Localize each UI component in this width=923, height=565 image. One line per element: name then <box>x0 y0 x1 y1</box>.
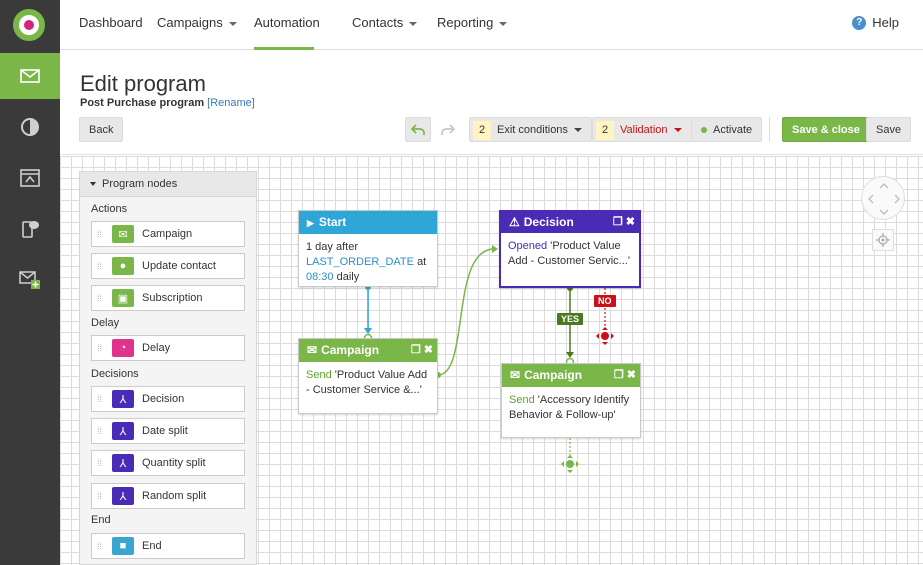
start-node-frequency: daily <box>336 271 360 283</box>
decision-title: Decision <box>523 215 574 229</box>
palette-header[interactable]: Program nodes <box>80 172 256 197</box>
group-delay: Delay <box>91 317 120 329</box>
envelope-icon: ✉ <box>307 343 318 357</box>
start-node-delay: 1 day after <box>306 241 358 253</box>
fork-icon: ⅄ <box>112 487 134 505</box>
palette-node-delay[interactable]: ⁞⁞ ◔ Delay <box>91 335 245 361</box>
warning-icon: ⚠ <box>509 215 520 229</box>
copy-icon[interactable]: ❐ <box>411 344 421 356</box>
fork-icon: ⅄ <box>112 390 134 408</box>
palette-node-random-split[interactable]: ⁞⁞ ⅄ Random split <box>91 483 245 509</box>
start-node-title: Start <box>318 215 347 229</box>
campaign-2-verb: Send <box>509 394 535 406</box>
no-branch-label: NO <box>594 295 616 307</box>
fork-icon: ⅄ <box>112 422 134 440</box>
palette-node-label: Decision <box>142 393 185 405</box>
campaign-2-title: Campaign <box>524 368 583 382</box>
drag-handle-icon[interactable]: ⁞⁞ <box>97 459 105 468</box>
center-view-button[interactable] <box>872 229 894 251</box>
campaign-1-title: Campaign <box>321 343 380 357</box>
close-icon[interactable]: ✖ <box>626 216 635 228</box>
envelope-icon: ✉ <box>112 225 134 243</box>
add-node-red-icon[interactable] <box>596 327 614 345</box>
envelope-icon: ✉ <box>510 368 521 382</box>
crosshair-icon <box>876 233 890 247</box>
campaign-1-verb: Send <box>306 369 332 381</box>
start-node-field[interactable]: LAST_ORDER_DATE <box>306 256 414 268</box>
palette-node-label: Quantity split <box>142 457 206 469</box>
flow-node-campaign-2[interactable]: ✉ Campaign ❐ ✖ Send 'Accessory Identify B… <box>501 363 641 438</box>
drag-handle-icon[interactable]: ⁞⁞ <box>97 344 105 353</box>
person-icon: ● <box>112 257 134 275</box>
stop-icon: ■ <box>112 537 134 555</box>
palette-title: Program nodes <box>102 178 178 190</box>
drag-handle-icon[interactable]: ⁞⁞ <box>97 294 105 303</box>
close-icon[interactable]: ✖ <box>424 344 433 356</box>
campaign-2-body: Send 'Accessory Identify Behavior & Foll… <box>502 387 640 429</box>
program-nodes-palette: Program nodes Actions ⁞⁞ ✉ Campaign ⁞⁞ ●… <box>79 171 257 565</box>
start-node-header: ▶ Start <box>299 211 437 234</box>
campaign-1-header: ✉ Campaign ❐ ✖ <box>299 339 437 362</box>
flow-node-start[interactable]: ▶ Start 1 day after LAST_ORDER_DATE at 08… <box>298 210 438 287</box>
add-node-green-icon[interactable] <box>561 455 579 473</box>
drag-handle-icon[interactable]: ⁞⁞ <box>97 262 105 271</box>
start-node-at: at <box>417 256 427 268</box>
palette-node-quantity-split[interactable]: ⁞⁞ ⅄ Quantity split <box>91 450 245 476</box>
drag-handle-icon[interactable]: ⁞⁞ <box>97 230 105 239</box>
palette-node-subscription[interactable]: ⁞⁞ ▣ Subscription <box>91 285 245 311</box>
start-node-body: 1 day after LAST_ORDER_DATE at 08:30 dai… <box>299 234 437 291</box>
palette-node-label: Update contact <box>142 260 216 272</box>
pan-arrows-icon <box>868 183 900 215</box>
decision-verb: Opened <box>508 240 548 252</box>
campaign-1-body: Send 'Product Value Add - Customer Servi… <box>299 362 437 404</box>
group-end: End <box>91 514 111 526</box>
caret-down-icon <box>90 182 96 187</box>
palette-node-label: Subscription <box>142 292 203 304</box>
palette-node-label: End <box>142 540 162 552</box>
envelopes-icon: ▣ <box>112 289 134 307</box>
fork-icon: ⅄ <box>112 454 134 472</box>
palette-node-label: Date split <box>142 425 188 437</box>
decision-body: Opened 'Product Value Add - Customer Ser… <box>501 233 639 275</box>
palette-node-label: Delay <box>142 342 171 354</box>
yes-branch-label: YES <box>557 313 584 325</box>
timer-icon: ◔ <box>112 339 134 357</box>
group-actions: Actions <box>91 203 128 215</box>
palette-node-label: Campaign <box>142 228 193 240</box>
drag-handle-icon[interactable]: ⁞⁞ <box>97 492 105 501</box>
drag-handle-icon[interactable]: ⁞⁞ <box>97 395 105 404</box>
drag-handle-icon[interactable]: ⁞⁞ <box>97 427 105 436</box>
palette-node-campaign[interactable]: ⁞⁞ ✉ Campaign <box>91 221 245 247</box>
palette-node-decision[interactable]: ⁞⁞ ⅄ Decision <box>91 386 245 412</box>
pan-compass[interactable] <box>861 176 905 220</box>
flow-node-campaign-1[interactable]: ✉ Campaign ❐ ✖ Send 'Product Value Add - … <box>298 338 438 414</box>
copy-icon[interactable]: ❐ <box>614 369 624 381</box>
close-icon[interactable]: ✖ <box>627 369 636 381</box>
palette-node-date-split[interactable]: ⁞⁞ ⅄ Date split <box>91 418 245 444</box>
start-node-time[interactable]: 08:30 <box>306 271 334 283</box>
campaign-2-header: ✉ Campaign ❐ ✖ <box>502 364 640 387</box>
play-icon: ▶ <box>307 218 314 228</box>
group-decisions: Decisions <box>91 368 139 380</box>
palette-node-end[interactable]: ⁞⁞ ■ End <box>91 533 245 559</box>
palette-node-update-contact[interactable]: ⁞⁞ ● Update contact <box>91 253 245 279</box>
decision-header: ⚠ Decision ❐ ✖ <box>501 212 639 233</box>
copy-icon[interactable]: ❐ <box>613 216 623 228</box>
drag-handle-icon[interactable]: ⁞⁞ <box>97 542 105 551</box>
palette-node-label: Random split <box>142 490 207 502</box>
flow-node-decision[interactable]: ⚠ Decision ❐ ✖ Opened 'Product Value Add … <box>499 210 641 288</box>
